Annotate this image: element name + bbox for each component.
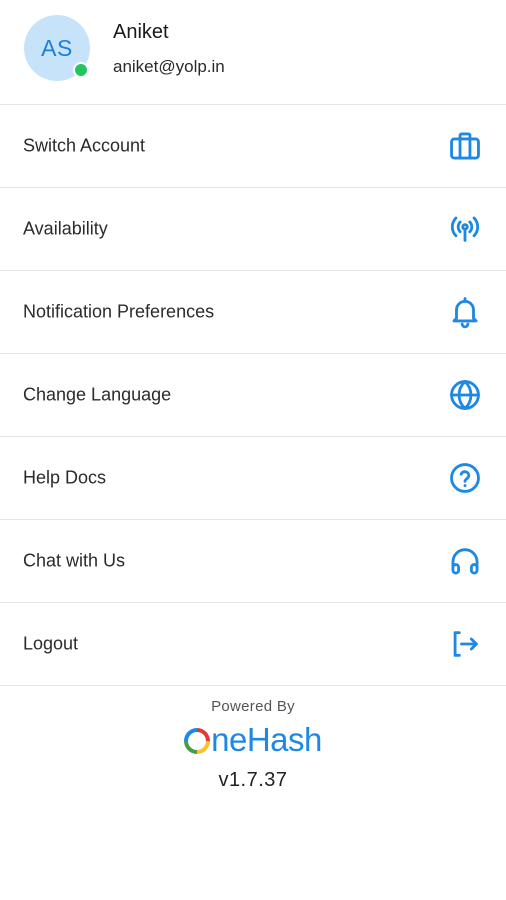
menu-item-availability[interactable]: Availability — [0, 188, 506, 271]
menu-item-label: Notification Preferences — [23, 301, 215, 322]
briefcase-icon — [448, 129, 482, 163]
menu-item-logout[interactable]: Logout — [0, 603, 506, 686]
menu-item-label: Help Docs — [23, 467, 107, 488]
menu-item-label: Logout — [23, 633, 79, 654]
powered-by-label: Powered By — [211, 698, 295, 715]
bell-icon — [448, 295, 482, 329]
app-version: v1.7.37 — [218, 769, 288, 791]
profile-name: Aniket — [113, 21, 169, 43]
menu-item-change-language[interactable]: Change Language — [0, 354, 506, 437]
onehash-logo-ring — [184, 728, 210, 754]
menu-item-switch-account[interactable]: Switch Account — [0, 105, 506, 188]
globe-icon — [448, 378, 482, 412]
headphones-icon — [448, 544, 482, 578]
logout-icon — [448, 627, 482, 661]
menu-item-label: Availability — [23, 218, 108, 239]
onehash-logo: neHash — [184, 721, 322, 759]
avatar[interactable]: AS — [24, 15, 90, 81]
brand-name: neHash — [211, 721, 322, 758]
menu-item-label: Chat with Us — [23, 550, 126, 571]
settings-menu: Switch Account Availability Notification — [0, 105, 506, 686]
profile-header: AS Aniket aniket@yolp.in — [0, 0, 506, 105]
menu-item-notification-preferences[interactable]: Notification Preferences — [0, 271, 506, 354]
profile-email: aniket@yolp.in — [113, 57, 225, 76]
broadcast-icon — [448, 212, 482, 246]
online-status-indicator — [73, 62, 89, 78]
menu-item-label: Switch Account — [23, 135, 146, 156]
help-circle-icon — [448, 461, 482, 495]
footer: Powered By neHash v1.7.37 — [0, 698, 506, 792]
menu-item-label: Change Language — [23, 384, 172, 405]
avatar-initials: AS — [41, 34, 73, 61]
menu-item-chat-with-us[interactable]: Chat with Us — [0, 520, 506, 603]
menu-item-help-docs[interactable]: Help Docs — [0, 437, 506, 520]
